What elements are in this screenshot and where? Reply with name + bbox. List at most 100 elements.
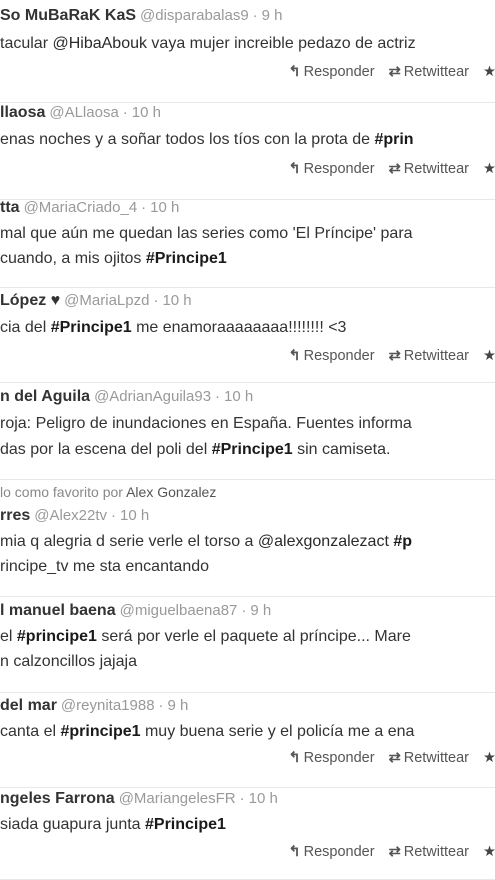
- tweet-timestamp[interactable]: 10 h: [132, 104, 161, 121]
- author-name[interactable]: n del Aguila: [0, 388, 90, 405]
- author-name[interactable]: l manuel baena: [0, 602, 116, 619]
- tweet-text: sin camiseta.: [292, 441, 391, 458]
- reply-button[interactable]: ↰ Responder: [288, 161, 374, 177]
- favorite-button[interactable]: ★: [483, 348, 495, 364]
- tweet-text-line: siada guapura junta #Principe1: [0, 815, 226, 835]
- tweet-timestamp[interactable]: 9 h: [262, 7, 283, 24]
- reply-label: Responder: [303, 64, 375, 80]
- hashtag-link[interactable]: #Principe1: [212, 441, 293, 458]
- tweet-text-line: tacular @HibaAbouk vaya mujer increible …: [0, 34, 416, 54]
- reply-label: Responder: [303, 844, 375, 860]
- reply-button[interactable]: ↰ Responder: [288, 64, 374, 80]
- retweet-button[interactable]: ⇄ Retwittear: [389, 348, 469, 364]
- retweet-icon: ⇄: [388, 844, 401, 860]
- tweet-text: cia del: [0, 319, 51, 336]
- retweet-button[interactable]: ⇄ Retwittear: [389, 750, 469, 766]
- retweet-button[interactable]: ⇄ Retwittear: [389, 64, 469, 80]
- hashtag-link[interactable]: #p: [393, 533, 412, 550]
- retweet-button[interactable]: ⇄ Retwittear: [389, 161, 469, 177]
- hashtag-link[interactable]: #principe1: [17, 628, 97, 645]
- reply-arrow-icon: ↰: [288, 844, 301, 860]
- reply-arrow-icon: ↰: [288, 750, 301, 766]
- favorite-button[interactable]: ★: [483, 844, 495, 860]
- tweet-timeline: So MuBaRaK KaS @disparabalas9 · 9 h tacular …: [0, 0, 495, 880]
- tweet-header: del mar @reynita1988 · 9 h: [0, 696, 188, 716]
- retweet-label: Retwittear: [403, 348, 469, 364]
- favorited-by-note: lo como favorito por Alex Gonzalez: [0, 482, 216, 502]
- favorited-by-user[interactable]: Alex Gonzalez: [126, 484, 216, 500]
- author-handle[interactable]: @MariaLpzd: [64, 292, 149, 309]
- tweet-text-line: mal que aún me quedan las series como 'E…: [0, 224, 413, 244]
- reply-button[interactable]: ↰ Responder: [288, 348, 374, 364]
- tweet-text: enas noches y a soñar todos los tíos con…: [0, 131, 375, 148]
- tweet-actions: ↰ Responder ⇄ Retwittear ★: [274, 161, 495, 177]
- star-icon: ★: [483, 161, 495, 177]
- reply-button[interactable]: ↰ Responder: [288, 844, 374, 860]
- author-name[interactable]: llaosa: [0, 104, 45, 121]
- hashtag-link[interactable]: #Principe1: [51, 319, 132, 336]
- author-handle[interactable]: @AdrianAguila93: [94, 388, 211, 405]
- hashtag-link[interactable]: #principe1: [60, 723, 140, 740]
- tweet-text-line: canta el #principe1 muy buena serie y el…: [0, 722, 414, 742]
- tweet-card: del mar @reynita1988 · 9 h canta el #princip…: [0, 693, 495, 788]
- tweet-text-line: mia q alegria d serie verle el torso a @…: [0, 532, 412, 552]
- tweet-timestamp[interactable]: 10 h: [120, 507, 149, 524]
- tweet-text: siada guapura junta: [0, 816, 145, 833]
- tweet-card: llaosa @ALlaosa · 10 h enas noches y a soñar…: [0, 103, 495, 200]
- mention-link[interactable]: @HibaAbouk: [52, 35, 147, 52]
- favorite-button[interactable]: ★: [483, 64, 495, 80]
- tweet-text: será por verle el paquete al príncipe...…: [96, 628, 411, 645]
- tweet-header: l manuel baena @miguelbaena87 · 9 h: [0, 601, 271, 621]
- reply-button[interactable]: ↰ Responder: [288, 750, 374, 766]
- tweet-card: López ♥ @MariaLpzd · 10 h cia del #Principe1…: [0, 288, 495, 383]
- separator-dot: ·: [241, 602, 247, 619]
- author-handle[interactable]: @reynita1988: [61, 697, 155, 714]
- retweet-icon: ⇄: [388, 64, 401, 80]
- author-handle[interactable]: @disparabalas9: [140, 7, 249, 24]
- tweet-timestamp[interactable]: 9 h: [168, 697, 189, 714]
- author-name[interactable]: del mar: [0, 697, 57, 714]
- retweet-button[interactable]: ⇄ Retwittear: [389, 844, 469, 860]
- tweet-card: So MuBaRaK KaS @disparabalas9 · 9 h tacular …: [0, 0, 495, 103]
- tweet-card: lo como favorito por Alex Gonzalez rres @A…: [0, 480, 495, 597]
- separator-dot: ·: [111, 507, 117, 524]
- tweet-text: el: [0, 628, 17, 645]
- hashtag-link[interactable]: #Principe1: [145, 816, 226, 833]
- reply-arrow-icon: ↰: [288, 64, 301, 80]
- retweet-icon: ⇄: [388, 161, 401, 177]
- retweet-label: Retwittear: [403, 161, 469, 177]
- author-name[interactable]: rres: [0, 507, 30, 524]
- author-name[interactable]: So MuBaRaK KaS: [0, 7, 136, 24]
- tweet-timestamp[interactable]: 10 h: [224, 388, 253, 405]
- tweet-actions: ↰ Responder ⇄ Retwittear ★: [274, 750, 495, 766]
- favorite-button[interactable]: ★: [483, 750, 495, 766]
- author-name[interactable]: López ♥: [0, 292, 60, 309]
- mention-link[interactable]: @alexgonzalezact: [258, 533, 389, 550]
- tweet-header: rres @Alex22tv · 10 h: [0, 506, 149, 526]
- tweet-timestamp[interactable]: 10 h: [249, 790, 278, 807]
- tweet-card: tta @MariaCriado_4 · 10 h mal que aún me qu…: [0, 200, 495, 288]
- tweet-timestamp[interactable]: 9 h: [250, 602, 271, 619]
- hashtag-link[interactable]: #prin: [374, 131, 413, 148]
- retweet-icon: ⇄: [388, 348, 401, 364]
- star-icon: ★: [483, 64, 495, 80]
- author-handle[interactable]: @Alex22tv: [34, 507, 107, 524]
- tweet-text: vaya mujer increible pedazo de actriz: [146, 35, 416, 52]
- tweet-timestamp[interactable]: 10 h: [162, 292, 191, 309]
- author-name[interactable]: ngeles Farrona: [0, 790, 115, 807]
- hashtag-link[interactable]: #Principe1: [146, 250, 227, 267]
- star-icon: ★: [483, 348, 495, 364]
- author-handle[interactable]: @MariangelesFR: [119, 790, 236, 807]
- favorited-by-prefix: lo como favorito por: [0, 484, 123, 500]
- tweet-timestamp[interactable]: 10 h: [150, 200, 179, 216]
- retweet-label: Retwittear: [403, 64, 469, 80]
- favorite-button[interactable]: ★: [483, 161, 495, 177]
- tweet-text: n calzoncillos jajaja: [0, 653, 137, 670]
- author-name[interactable]: tta: [0, 200, 20, 216]
- author-handle[interactable]: @miguelbaena87: [120, 602, 238, 619]
- author-handle[interactable]: @ALlaosa: [49, 104, 118, 121]
- retweet-label: Retwittear: [403, 750, 469, 766]
- reply-label: Responder: [303, 348, 375, 364]
- author-handle[interactable]: @MariaCriado_4: [24, 200, 138, 216]
- tweet-text-line: n calzoncillos jajaja: [0, 652, 137, 672]
